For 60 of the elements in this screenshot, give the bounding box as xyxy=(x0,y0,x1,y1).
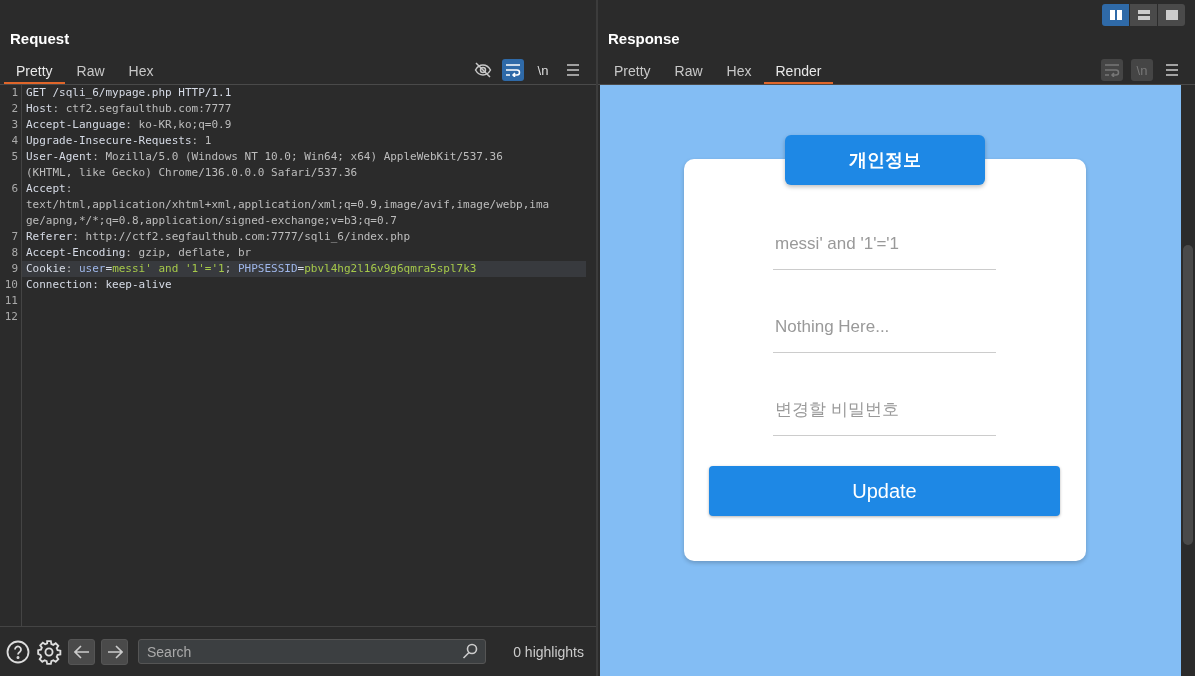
help-icon[interactable] xyxy=(6,639,30,664)
line-number: 12 xyxy=(3,309,19,325)
form-heading: 개인정보 xyxy=(784,135,985,185)
line-number: 6 xyxy=(10,181,19,197)
code-text: ; xyxy=(224,262,233,275)
code-text: pbvl4hg2l16v9g6qmra5spl7k3 xyxy=(304,262,477,275)
line-number: 11 xyxy=(3,293,19,309)
code-text: user xyxy=(79,262,106,275)
code-text: ge/apng,*/*;q=0.8,application/signed-exchange;v=b3;q=0.7 xyxy=(26,214,397,227)
code-text: : ctf2.segfaulthub.com:7777 xyxy=(52,102,232,115)
line-number: 5 xyxy=(10,149,19,165)
settings-icon[interactable] xyxy=(36,638,62,665)
tab[interactable]: Pretty xyxy=(4,59,65,84)
line-number: 4 xyxy=(10,133,19,149)
single-layout-icon[interactable] xyxy=(1158,4,1185,26)
code-text: : xyxy=(65,182,73,195)
update-button[interactable]: Update xyxy=(709,466,1060,516)
code-text: : http://ctf2.segfaulthub.com:7777/sqli_6/index.php xyxy=(72,230,411,243)
code-text: Host xyxy=(26,102,53,115)
code-text: Upgrade-Insecure-Requests xyxy=(26,134,192,147)
code-text: : gzip, deflate, br xyxy=(125,246,252,259)
line-number: 9 xyxy=(10,261,19,277)
tab[interactable]: Hex xyxy=(714,59,764,84)
code-text: : xyxy=(65,262,74,275)
line-number: 8 xyxy=(10,245,19,261)
line-number: 1 xyxy=(10,85,19,101)
code-text: GET /sqli_6/mypage.php HTTP/1.1 xyxy=(26,86,232,99)
line-number: 10 xyxy=(3,277,19,293)
tab[interactable]: Hex xyxy=(116,59,166,84)
tab[interactable]: Raw xyxy=(64,59,117,84)
panel-title: Request xyxy=(9,29,71,49)
line-number: 7 xyxy=(10,229,19,245)
code-text: : 1 xyxy=(191,134,212,147)
code-text: = xyxy=(105,262,113,275)
tab[interactable]: Pretty xyxy=(602,59,663,84)
line-number: 3 xyxy=(10,117,19,133)
highlights-count: 0 highlights xyxy=(513,643,585,660)
code-text: messi' and '1'='1 xyxy=(112,262,225,275)
code-text: (KHTML, like Gecko) Chrome/136.0.0.0 Safari/537.36 xyxy=(26,166,358,179)
code-text: Accept-Encoding xyxy=(26,246,126,259)
line-number: 2 xyxy=(10,101,19,117)
columns-layout-icon[interactable] xyxy=(1102,4,1129,26)
code-text: Accept-Language xyxy=(26,118,126,131)
code-text: : Mozilla/5.0 (Windows NT 10.0; Win64; x64) AppleWebKit/537.36 xyxy=(92,150,503,163)
search-field[interactable]: Search xyxy=(138,639,486,664)
code-text: Accept xyxy=(26,182,66,195)
code-text: text/html,application/xhtml+xml,application/xml;q=0.9,image/avif,image/webp,ima xyxy=(26,198,550,211)
search-icon xyxy=(462,643,478,659)
code-text: Referer xyxy=(26,230,73,243)
code-text: : ko-KR,ko;q=0.9 xyxy=(125,118,232,131)
wrap-lines-icon[interactable] xyxy=(502,59,524,81)
panel-title: Response xyxy=(607,29,681,49)
tab[interactable]: Raw xyxy=(662,59,715,84)
newline-toggle[interactable]: \n xyxy=(532,59,554,81)
code-text: PHPSESSID xyxy=(237,262,298,275)
code-text: Cookie xyxy=(26,262,66,275)
code-text: User-Agent xyxy=(26,150,93,163)
code-text: Connection: keep-alive xyxy=(26,278,172,291)
code-text: = xyxy=(297,262,305,275)
rows-layout-icon[interactable] xyxy=(1130,4,1157,26)
